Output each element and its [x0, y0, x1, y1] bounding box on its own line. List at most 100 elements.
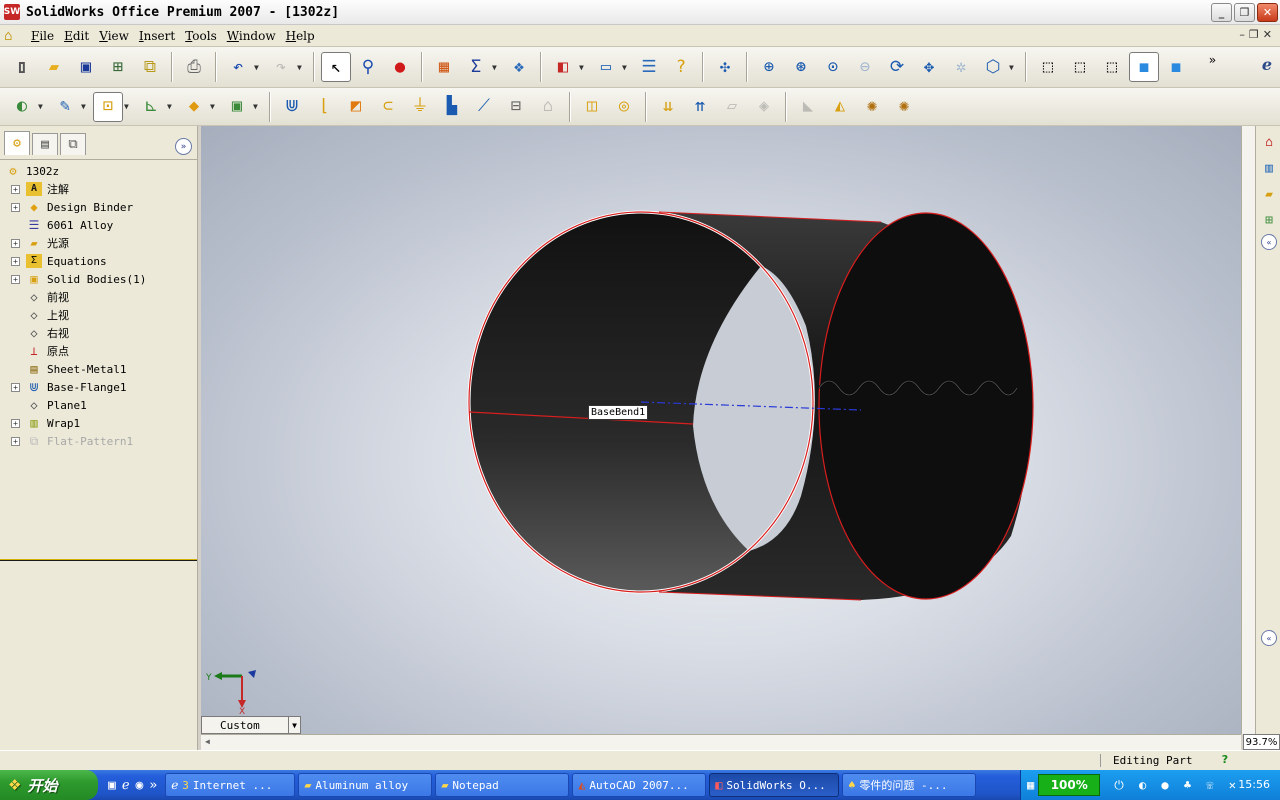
standard-views-icon[interactable]: ⬡ [978, 52, 1008, 82]
zoom-to-selection-icon[interactable]: ⊙ [818, 52, 848, 82]
design-library-icon[interactable]: ▥ [1259, 158, 1279, 178]
undo-icon[interactable]: ↶ [223, 52, 253, 82]
no-bends-icon[interactable]: ⇊ [653, 92, 683, 122]
insert-bends-icon[interactable]: ⇈ [685, 92, 715, 122]
hidden-lines-removed-icon[interactable]: ⬚ [1097, 52, 1127, 82]
fold-icon[interactable]: ◫ [577, 92, 607, 122]
sketch-dropdown-icon[interactable]: ▼ [38, 102, 46, 111]
shaded-icon[interactable]: ◼ [1161, 52, 1191, 82]
rollback-bar[interactable] [0, 559, 197, 561]
graphics-area[interactable]: BaseBend1 Y X [201, 126, 1241, 734]
tray-percent[interactable]: 100% [1038, 774, 1101, 796]
media-player-icon[interactable]: ◉ [136, 778, 144, 793]
sketched-bend-icon[interactable]: ▙ [437, 92, 467, 122]
vertical-scrollbar[interactable] [1241, 126, 1255, 734]
configurationmanager-tab-icon[interactable]: ⧉ [60, 133, 86, 155]
reference-geometry-icon[interactable]: ⊡ [93, 91, 123, 122]
show-desktop-icon[interactable]: ▣ [108, 778, 116, 793]
expand-toggle-icon[interactable]: + [11, 184, 20, 194]
view-orientation-select[interactable]: Custom ▼ [201, 716, 301, 734]
minimize-button[interactable]: _ [1211, 3, 1232, 22]
menu-insert[interactable]: Insert [134, 29, 180, 43]
doc-close-button[interactable]: ✕ [1263, 28, 1272, 41]
menu-edit[interactable]: Edit [59, 29, 94, 43]
tree-item-base-flange[interactable]: + ⋓ Base-Flange1 [0, 378, 197, 396]
rotate-view-icon[interactable]: ⟳ [882, 52, 912, 82]
unfold-icon[interactable]: ⌂ [533, 92, 563, 122]
break-corner-icon[interactable]: ◭ [825, 92, 855, 122]
restore-button[interactable]: ❐ [1234, 3, 1255, 22]
toolbar-overflow-icon[interactable]: » [1209, 53, 1216, 67]
doc-restore-button[interactable]: ❐ [1249, 28, 1259, 41]
miter-flange-icon[interactable]: ◩ [341, 92, 371, 122]
panel-expand-button[interactable]: » [175, 138, 192, 155]
feature-callout[interactable]: BaseBend1 [588, 405, 649, 420]
jog-icon[interactable]: ⏚ [405, 92, 435, 122]
make-assembly-icon[interactable]: ⧉ [135, 52, 165, 82]
features-icon[interactable]: ▣ [222, 92, 252, 122]
menu-window[interactable]: Window [222, 29, 281, 43]
properties-icon[interactable]: ☰ [634, 52, 664, 82]
menu-view[interactable]: View [94, 29, 134, 43]
hem-icon[interactable]: ⊂ [373, 92, 403, 122]
zoom-to-area-icon[interactable]: ⊕ [754, 52, 784, 82]
tree-item-front-plane[interactable]: ◇ 前视 [0, 288, 197, 306]
menu-file[interactable]: File [26, 29, 59, 43]
hidden-lines-visible-icon[interactable]: ⬚ [1065, 52, 1095, 82]
task-pane-expand-button[interactable]: « [1261, 630, 1277, 646]
convert-to-sheet-metal-icon[interactable]: ◈ [749, 92, 779, 122]
pan-icon[interactable]: ✥ [914, 52, 944, 82]
coordinate-icon[interactable]: ⊾ [136, 92, 166, 122]
coordinate-dropdown-icon[interactable]: ▼ [167, 102, 175, 111]
zoom-previous-icon[interactable]: ⊖ [850, 52, 880, 82]
new-icon[interactable]: ▯ [7, 52, 37, 82]
redo-icon[interactable]: ↷ [266, 52, 296, 82]
base-flange-icon[interactable]: ⋓ [277, 92, 307, 122]
tree-item-wrap[interactable]: + ▥ Wrap1 [0, 414, 197, 432]
featuremanager-tab-icon[interactable]: ⚙ [4, 131, 30, 155]
vent-icon[interactable]: ✺ [889, 92, 919, 122]
rebuild-icon[interactable]: ● [385, 52, 415, 82]
sum-options-icon[interactable]: Σ [461, 52, 491, 82]
tree-item-sheet-metal[interactable]: ▤ Sheet-Metal1 [0, 360, 197, 378]
undo-dropdown-icon[interactable]: ▼ [254, 63, 262, 72]
rip-icon[interactable]: ▱ [717, 92, 747, 122]
menu-help[interactable]: Help [281, 29, 320, 43]
color-palette-icon[interactable]: ▦ [429, 52, 459, 82]
window-icon[interactable]: ▭ [591, 52, 621, 82]
expand-toggle-icon[interactable]: + [11, 418, 20, 428]
solidworks-resources-icon[interactable]: ◧ [548, 52, 578, 82]
wireframe-icon[interactable]: ⬚ [1033, 52, 1063, 82]
expand-toggle-icon[interactable]: + [11, 382, 20, 392]
task-solidworks[interactable]: ◧ SolidWorks O... [709, 773, 840, 797]
solidworks-resources-icon[interactable]: ⌂ [1259, 132, 1279, 152]
flatten-icon[interactable]: ◎ [609, 92, 639, 122]
lofted-bend-icon[interactable]: ◣ [793, 92, 823, 122]
ie-icon[interactable]: ℯ [122, 778, 130, 793]
task-notepad[interactable]: ▰ Notepad [435, 773, 570, 797]
smart-dimension-icon[interactable]: ✎ [50, 92, 80, 122]
task-aluminum-alloy[interactable]: ▰ Aluminum alloy [298, 773, 433, 797]
task-autocad[interactable]: ◭ AutoCAD 2007... [572, 773, 707, 797]
quick-launch-more-icon[interactable]: » [149, 778, 157, 793]
task-forum[interactable]: ♠ 零件的问题 -... [842, 773, 977, 797]
tree-item-material[interactable]: ☰ 6061 Alloy [0, 216, 197, 234]
zoom-in-out-icon[interactable]: ⊛ [786, 52, 816, 82]
edge-flange-icon[interactable]: ⌊ [309, 92, 339, 122]
start-button[interactable]: ❖ 开始 [0, 770, 98, 800]
propertymanager-tab-icon[interactable]: ▤ [32, 133, 58, 155]
task-pane-collapse-button[interactable]: « [1261, 234, 1277, 250]
help-icon[interactable]: ? [666, 52, 696, 82]
tree-item-flat-pattern[interactable]: + ⧉ Flat-Pattern1 [0, 432, 197, 450]
save-icon[interactable]: ▣ [71, 52, 101, 82]
file-explorer-icon[interactable]: ▰ [1259, 184, 1279, 204]
sketch-icon[interactable]: ◐ [7, 92, 37, 122]
zoom-to-fit-icon[interactable]: ✣ [710, 52, 740, 82]
tray-icons[interactable]: ⏻ ◐ ● ♣ ☏ ✕ [1114, 778, 1240, 793]
doc-minimize-button[interactable]: – [1239, 28, 1245, 41]
expand-toggle-icon[interactable]: + [11, 238, 20, 248]
expand-toggle-icon[interactable]: + [11, 202, 20, 212]
features-dropdown-icon[interactable]: ▼ [253, 102, 261, 111]
forming-tool-icon[interactable]: ✺ [857, 92, 887, 122]
dimension-dropdown-icon[interactable]: ▼ [81, 102, 89, 111]
